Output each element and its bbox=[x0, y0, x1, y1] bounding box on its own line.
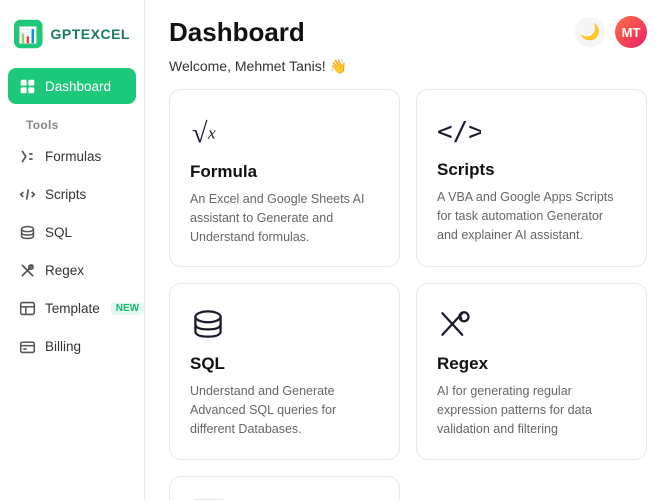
sidebar-item-sql-label: SQL bbox=[45, 225, 72, 240]
sidebar-nav: Dashboard Tools Formulas bbox=[0, 68, 144, 364]
sql-card[interactable]: SQL Understand and Generate Advanced SQL… bbox=[169, 283, 400, 459]
sidebar-item-scripts-label: Scripts bbox=[45, 187, 86, 202]
sidebar-item-dashboard-label: Dashboard bbox=[45, 79, 111, 94]
regex-icon bbox=[18, 261, 36, 279]
theme-toggle-button[interactable]: 🌙 bbox=[575, 17, 605, 47]
sidebar: 📊 GPTEXCEL Dashboard Tools bbox=[0, 0, 145, 500]
sidebar-item-template-label: Template bbox=[45, 301, 100, 316]
cards-grid: √ x Formula An Excel and Google Sheets A… bbox=[145, 89, 671, 500]
logo-text: GPTEXCEL bbox=[51, 26, 130, 42]
sidebar-item-regex-label: Regex bbox=[45, 263, 84, 278]
regex-card-title: Regex bbox=[437, 354, 626, 374]
sql-card-desc: Understand and Generate Advanced SQL que… bbox=[190, 382, 379, 438]
formula-card-desc: An Excel and Google Sheets AI assistant … bbox=[190, 190, 379, 246]
welcome-message: Welcome, Mehmet Tanis! 👋 bbox=[145, 56, 671, 89]
scripts-icon bbox=[18, 185, 36, 203]
topbar-actions: 🌙 MT bbox=[575, 16, 647, 48]
regex-card-icon bbox=[437, 306, 626, 342]
formula-card-title: Formula bbox=[190, 162, 379, 182]
sidebar-item-billing-label: Billing bbox=[45, 339, 81, 354]
billing-icon bbox=[18, 337, 36, 355]
sidebar-item-dashboard[interactable]: Dashboard bbox=[8, 68, 136, 104]
topbar: Dashboard 🌙 MT bbox=[145, 0, 671, 56]
sidebar-item-template[interactable]: Template NEW bbox=[8, 290, 136, 326]
scripts-card-desc: A VBA and Google Apps Scripts for task a… bbox=[437, 188, 626, 244]
formula-card-icon: √ x bbox=[190, 112, 379, 150]
svg-text:</>: </> bbox=[437, 117, 481, 147]
formula-card[interactable]: √ x Formula An Excel and Google Sheets A… bbox=[169, 89, 400, 267]
svg-text:📊: 📊 bbox=[18, 25, 38, 44]
sql-card-icon bbox=[190, 306, 379, 342]
svg-text:√: √ bbox=[192, 118, 208, 149]
logo-icon: 📊 bbox=[14, 16, 43, 52]
template-badge: NEW bbox=[111, 302, 144, 315]
sidebar-item-sql[interactable]: SQL bbox=[8, 214, 136, 250]
sidebar-item-billing[interactable]: Billing bbox=[8, 328, 136, 364]
sidebar-item-formulas[interactable]: Formulas bbox=[8, 138, 136, 174]
scripts-card[interactable]: </> Scripts A VBA and Google Apps Script… bbox=[416, 89, 647, 267]
formula-icon bbox=[18, 147, 36, 165]
sql-icon bbox=[18, 223, 36, 241]
main-content: Dashboard 🌙 MT Welcome, Mehmet Tanis! 👋 … bbox=[145, 0, 671, 500]
sql-card-title: SQL bbox=[190, 354, 379, 374]
regex-card[interactable]: Regex AI for generating regular expressi… bbox=[416, 283, 647, 459]
sidebar-item-scripts[interactable]: Scripts bbox=[8, 176, 136, 212]
svg-text:x: x bbox=[207, 124, 216, 143]
template-icon bbox=[18, 299, 36, 317]
sidebar-item-formulas-label: Formulas bbox=[45, 149, 101, 164]
scripts-card-icon: </> bbox=[437, 112, 626, 148]
logo: 📊 GPTEXCEL bbox=[0, 0, 144, 68]
tools-section-label: Tools bbox=[8, 106, 136, 136]
dashboard-icon bbox=[18, 77, 36, 95]
avatar-initials: MT bbox=[622, 25, 641, 40]
avatar[interactable]: MT bbox=[615, 16, 647, 48]
scripts-card-title: Scripts bbox=[437, 160, 626, 180]
moon-icon: 🌙 bbox=[580, 22, 600, 42]
template-card[interactable]: Template Generate Table Templates for Ex… bbox=[169, 476, 400, 500]
regex-card-desc: AI for generating regular expression pat… bbox=[437, 382, 626, 438]
page-title: Dashboard bbox=[169, 17, 305, 48]
sidebar-item-regex[interactable]: Regex bbox=[8, 252, 136, 288]
